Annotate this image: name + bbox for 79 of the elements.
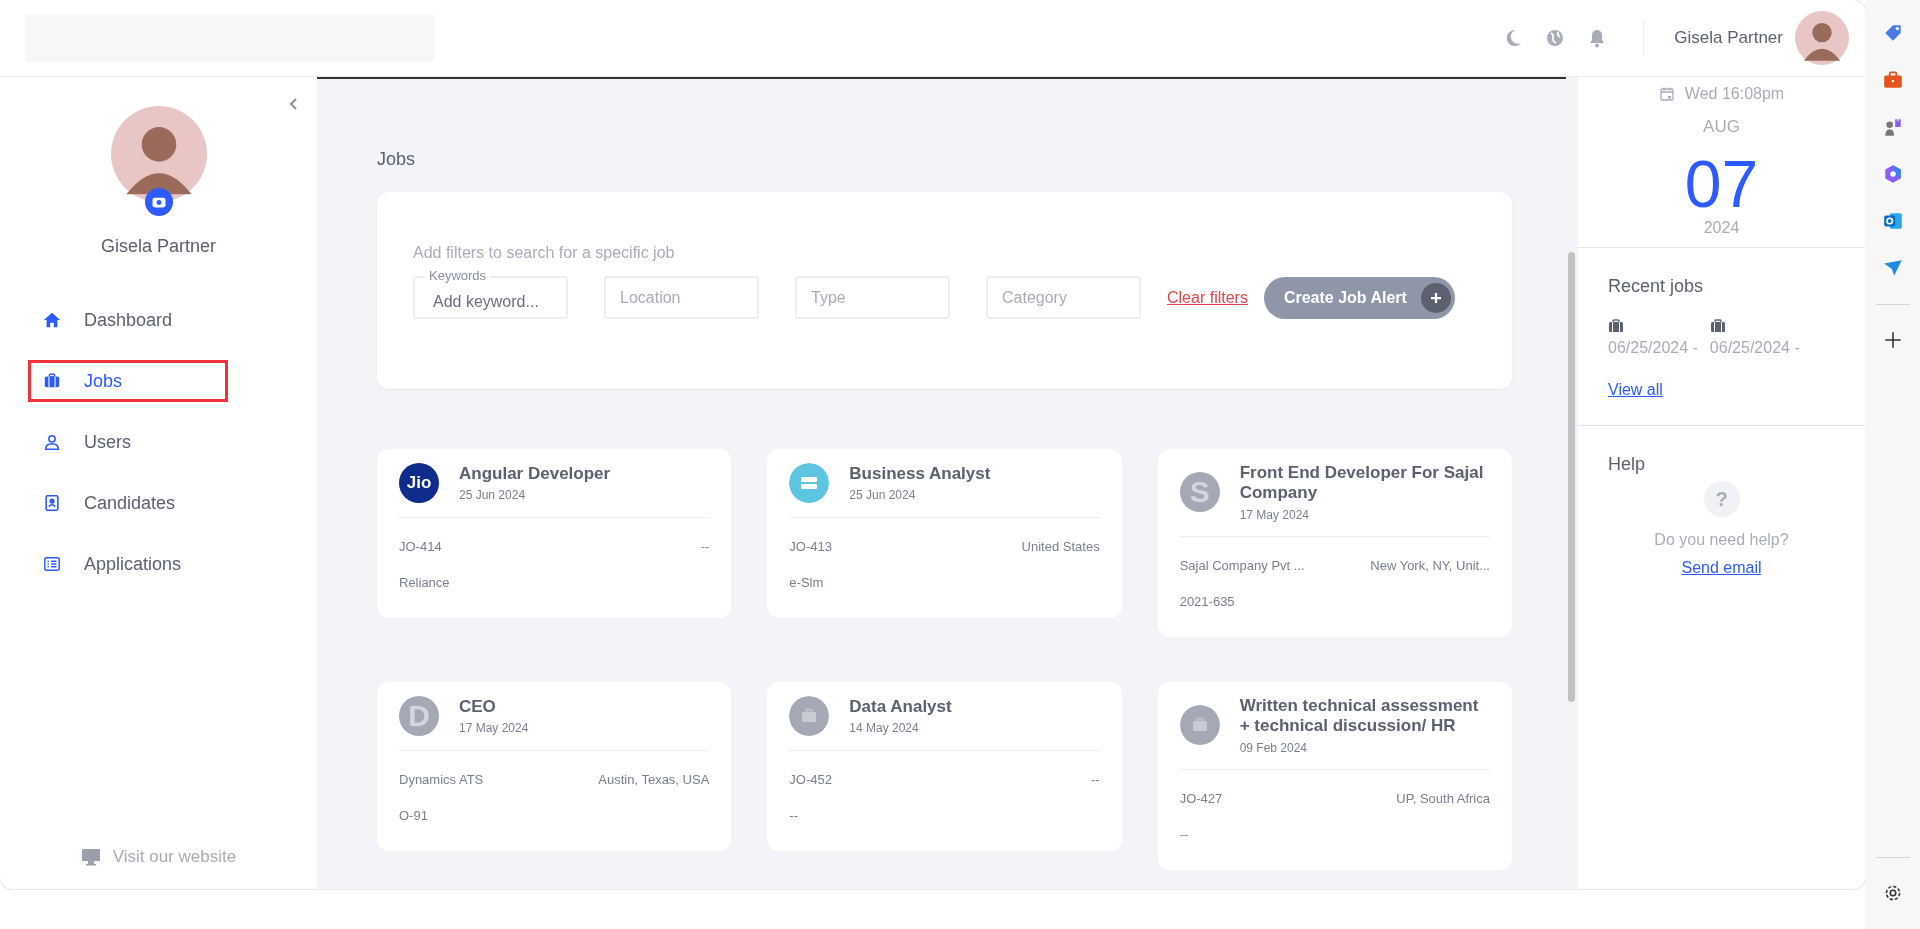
- job-title[interactable]: Written technical assessment + technical discussion/ HR: [1239, 695, 1490, 737]
- section-title: Help: [1608, 454, 1646, 475]
- user-icon: [43, 433, 61, 451]
- plus-icon: [1420, 282, 1451, 313]
- section-title: Recent jobs: [1608, 276, 1705, 297]
- page-title: Jobs: [377, 149, 417, 170]
- camera-icon[interactable]: [144, 188, 173, 216]
- calendar-icon: [1658, 86, 1675, 102]
- job-detail: UP, South Africa: [1396, 790, 1490, 806]
- briefcase-icon: [1709, 319, 1726, 333]
- job-card[interactable]: Jio Angular Developer 25 Jun 2024 JO-414 -- Reliance: [377, 449, 732, 618]
- job-detail: Austin, Texas, USA: [598, 771, 710, 787]
- job-detail: Dynamics ATS: [399, 771, 484, 787]
- job-detail: United States: [1021, 539, 1100, 554]
- job-detail: e-Slm: [789, 575, 824, 590]
- briefcase-icon: [789, 695, 830, 736]
- send-email-link[interactable]: Send email: [1681, 559, 1762, 577]
- view-all-link[interactable]: View all: [1608, 381, 1663, 399]
- filter-field[interactable]: Location: [604, 276, 759, 319]
- briefcase-icon: [1608, 319, 1624, 333]
- job-card[interactable]: Data Analyst 14 May 2024 JO-452 -- --: [767, 681, 1122, 851]
- sidebar-item[interactable]: Jobs: [28, 360, 228, 402]
- job-date: 14 May 2024: [849, 720, 920, 735]
- job-detail: O-91: [399, 807, 428, 823]
- job-detail: JO-413: [789, 539, 832, 554]
- job-title[interactable]: Data Analyst: [849, 696, 952, 717]
- date-year: 2024: [1703, 219, 1740, 238]
- collapse-icon[interactable]: [289, 97, 299, 111]
- sidebar-item[interactable]: Applications: [28, 543, 228, 585]
- filter-field[interactable]: Type: [795, 276, 950, 319]
- avatar[interactable]: [1795, 11, 1849, 65]
- job-date: 25 Jun 2024: [459, 488, 527, 503]
- contact-icon: [43, 494, 61, 512]
- briefcase-icon: [1179, 705, 1220, 746]
- sidebar-item[interactable]: Candidates: [28, 482, 228, 524]
- date-day: 07: [1684, 151, 1759, 217]
- job-detail: 2021-635: [1179, 593, 1235, 609]
- job-date: 17 May 2024: [459, 720, 529, 735]
- scrollbar[interactable]: [1568, 252, 1575, 702]
- user-name[interactable]: Gisela Partner: [1674, 28, 1783, 48]
- job-detail: --: [1179, 826, 1189, 842]
- company-logo: Jio: [399, 463, 439, 503]
- job-card[interactable]: Business Analyst 25 Jun 2024 JO-413 United States e-Slm: [767, 449, 1122, 618]
- briefcase-icon: [43, 372, 61, 390]
- job-date: 17 May 2024: [1239, 507, 1311, 522]
- field-label: Keywords: [425, 268, 491, 284]
- clear-filters-link[interactable]: Clear filters: [1167, 288, 1248, 307]
- date-month: AUG: [1703, 117, 1740, 137]
- sidebar-item[interactable]: Dashboard: [28, 299, 228, 341]
- job-detail: JO-427: [1179, 790, 1223, 806]
- job-detail: --: [789, 807, 798, 823]
- job-detail: New York, NY, Unit...: [1370, 557, 1490, 573]
- job-detail: --: [700, 539, 710, 554]
- job-title[interactable]: Business Analyst: [849, 463, 991, 485]
- job-detail: JO-414: [399, 539, 442, 554]
- filter-hint: Add filters to search for a specific job: [413, 244, 676, 262]
- help-text: Do you need help?: [1654, 531, 1789, 549]
- help-icon: ?: [1703, 481, 1740, 517]
- company-logo: [789, 463, 830, 503]
- job-detail: --: [1091, 771, 1100, 787]
- job-card[interactable]: Written technical assessment + technical discussion/ HR 09 Feb 2024 JO-427 UP, South Africa --: [1157, 681, 1512, 870]
- list-icon: [43, 555, 61, 573]
- job-detail: Reliance: [399, 575, 450, 590]
- mail-icon[interactable]: [1881, 210, 1904, 232]
- job-detail: JO-452: [789, 771, 832, 787]
- job-title[interactable]: CEO: [459, 696, 529, 717]
- job-date: 25 Jun 2024: [849, 488, 917, 503]
- filter-field[interactable]: Category: [986, 276, 1141, 319]
- job-date: 09 Feb 2024: [1239, 740, 1309, 755]
- job-title[interactable]: Angular Developer: [459, 463, 611, 485]
- globe-icon[interactable]: [1545, 28, 1566, 48]
- job-detail: Sajal Company Pvt ...: [1179, 557, 1305, 573]
- clock-text: Wed 16:08pm: [1684, 85, 1785, 103]
- monitor-icon: [80, 848, 101, 866]
- profile-name: Gisela Partner: [100, 236, 217, 257]
- job-title[interactable]: Front End Developer For Sajal Company: [1239, 463, 1490, 504]
- toolbox-icon[interactable]: [1881, 69, 1904, 91]
- home-icon: [43, 311, 61, 329]
- sidebar-item[interactable]: Users: [28, 421, 228, 463]
